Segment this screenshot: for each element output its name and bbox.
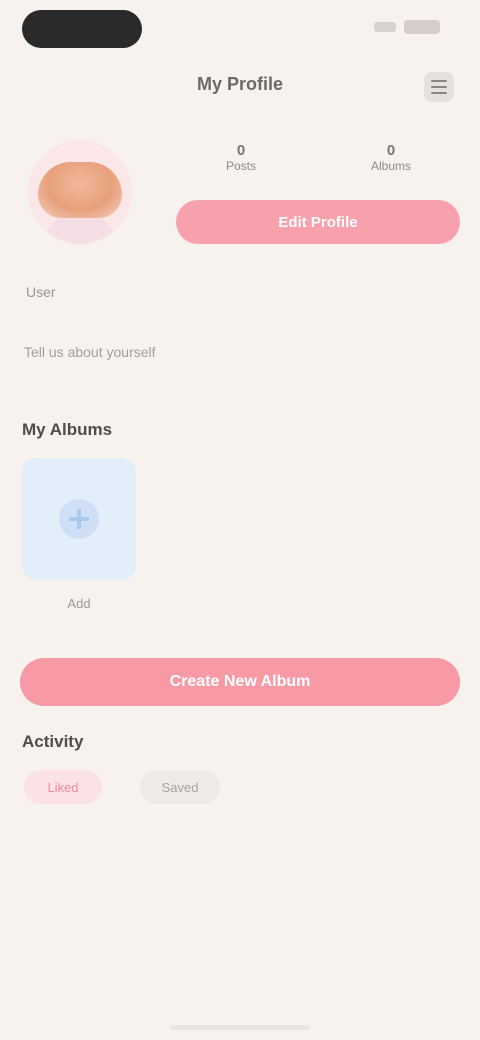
menu-button[interactable]	[424, 72, 454, 102]
profile-stats: 0 Posts 0 Albums	[176, 142, 460, 182]
activity-section-title: Activity	[22, 732, 84, 751]
page-title: My Profile	[196, 74, 284, 94]
stat-albums[interactable]: 0 Albums	[326, 142, 456, 173]
stat-posts[interactable]: 0 Posts	[176, 142, 306, 173]
bio-text[interactable]: Tell us about yourself	[24, 344, 156, 360]
status-bar	[0, 0, 480, 60]
dynamic-island	[22, 10, 142, 48]
status-icons	[374, 20, 440, 34]
battery-icon	[404, 20, 440, 34]
albums-section-title: My Albums	[22, 420, 113, 439]
activity-tabs: Liked Saved	[24, 770, 220, 806]
album-label: Add	[67, 596, 91, 611]
menu-icon	[431, 80, 447, 82]
app-header: My Profile	[0, 60, 480, 116]
tab-saved[interactable]: Saved	[140, 770, 220, 804]
profile-screen: My Profile 0 Posts 0 Albums Edit Profile…	[0, 0, 480, 1040]
edit-profile-button[interactable]: Edit Profile	[176, 200, 460, 244]
tab-liked[interactable]: Liked	[24, 770, 102, 804]
avatar[interactable]	[28, 140, 132, 244]
signal-icon	[374, 22, 396, 32]
username: User	[26, 284, 56, 300]
home-indicator	[170, 1025, 310, 1030]
new-album-card[interactable]	[22, 458, 136, 580]
create-album-button[interactable]: Create New Album	[20, 658, 460, 706]
plus-icon	[59, 499, 99, 539]
